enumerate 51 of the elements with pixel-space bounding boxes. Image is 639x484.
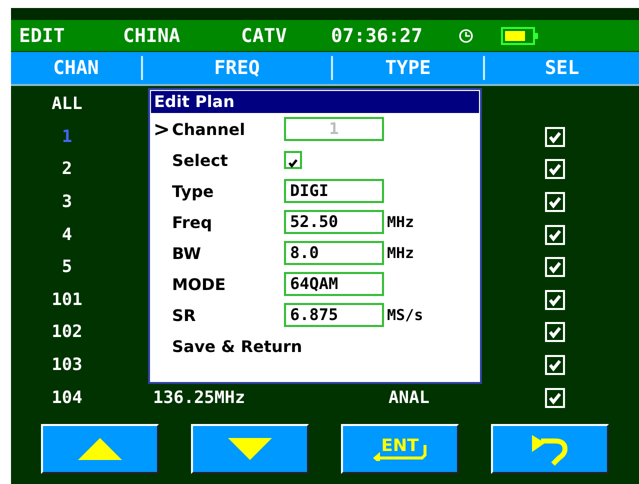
down-arrow-icon (226, 436, 274, 462)
field-label: Type (172, 182, 215, 200)
input-field[interactable]: 8.0 (284, 241, 384, 265)
unit-label: MHz (386, 244, 414, 262)
field-label: BW (172, 244, 202, 262)
type-text: ANAL (388, 388, 430, 408)
channel-number[interactable]: 4 (11, 224, 143, 245)
dialog-title: Edit Plan (151, 91, 479, 113)
channel-number[interactable]: 101 (11, 290, 143, 310)
check-icon (548, 392, 562, 404)
up-button[interactable] (41, 424, 159, 474)
checkbox[interactable] (284, 151, 302, 169)
check-icon (548, 262, 562, 274)
down-button[interactable] (191, 424, 309, 474)
clock-icon (459, 28, 473, 42)
input-field[interactable]: 64QAM (284, 272, 384, 296)
channel-number[interactable]: 103 (11, 355, 143, 376)
field-label: Freq (172, 212, 214, 232)
channel-number[interactable]: 3 (11, 192, 143, 212)
check-icon (548, 164, 562, 176)
region-label: CHINA (123, 24, 182, 46)
check-icon (548, 360, 562, 372)
field-label: SR (172, 306, 197, 324)
clock-time: 07:36:27 (331, 24, 424, 46)
input-field[interactable]: 52.50 (284, 210, 384, 234)
channel-number[interactable]: 5 (11, 257, 143, 278)
check-icon (548, 294, 562, 306)
cursor-marker: > (153, 117, 170, 141)
standard-label: CATV (241, 24, 288, 46)
mode-label: EDIT (19, 24, 66, 46)
unit-label: MS/s (386, 306, 424, 324)
check-icon (548, 327, 562, 340)
field-label: Select (172, 150, 229, 170)
channel-number[interactable]: 102 (11, 322, 143, 342)
check-icon (548, 132, 562, 144)
back-button[interactable] (491, 424, 609, 474)
channel-number[interactable]: 2 (11, 159, 143, 180)
check-icon (548, 197, 562, 209)
unit-label: MHz (386, 213, 414, 231)
up-arrow-icon (76, 436, 124, 462)
save-return-action[interactable]: Save & Return (172, 336, 302, 356)
channel-number[interactable]: 104 (11, 388, 143, 408)
check-icon (548, 230, 562, 242)
battery-icon (501, 26, 539, 44)
channel-number[interactable]: ALL (11, 94, 143, 114)
field-label: Channel (172, 120, 246, 138)
field-label: MODE (172, 274, 227, 294)
input-field[interactable]: DIGI (284, 179, 384, 203)
input-field[interactable]: 6.875 (284, 303, 384, 327)
check-icon (288, 159, 298, 168)
frequency-text: 136.25MHz (153, 388, 246, 408)
